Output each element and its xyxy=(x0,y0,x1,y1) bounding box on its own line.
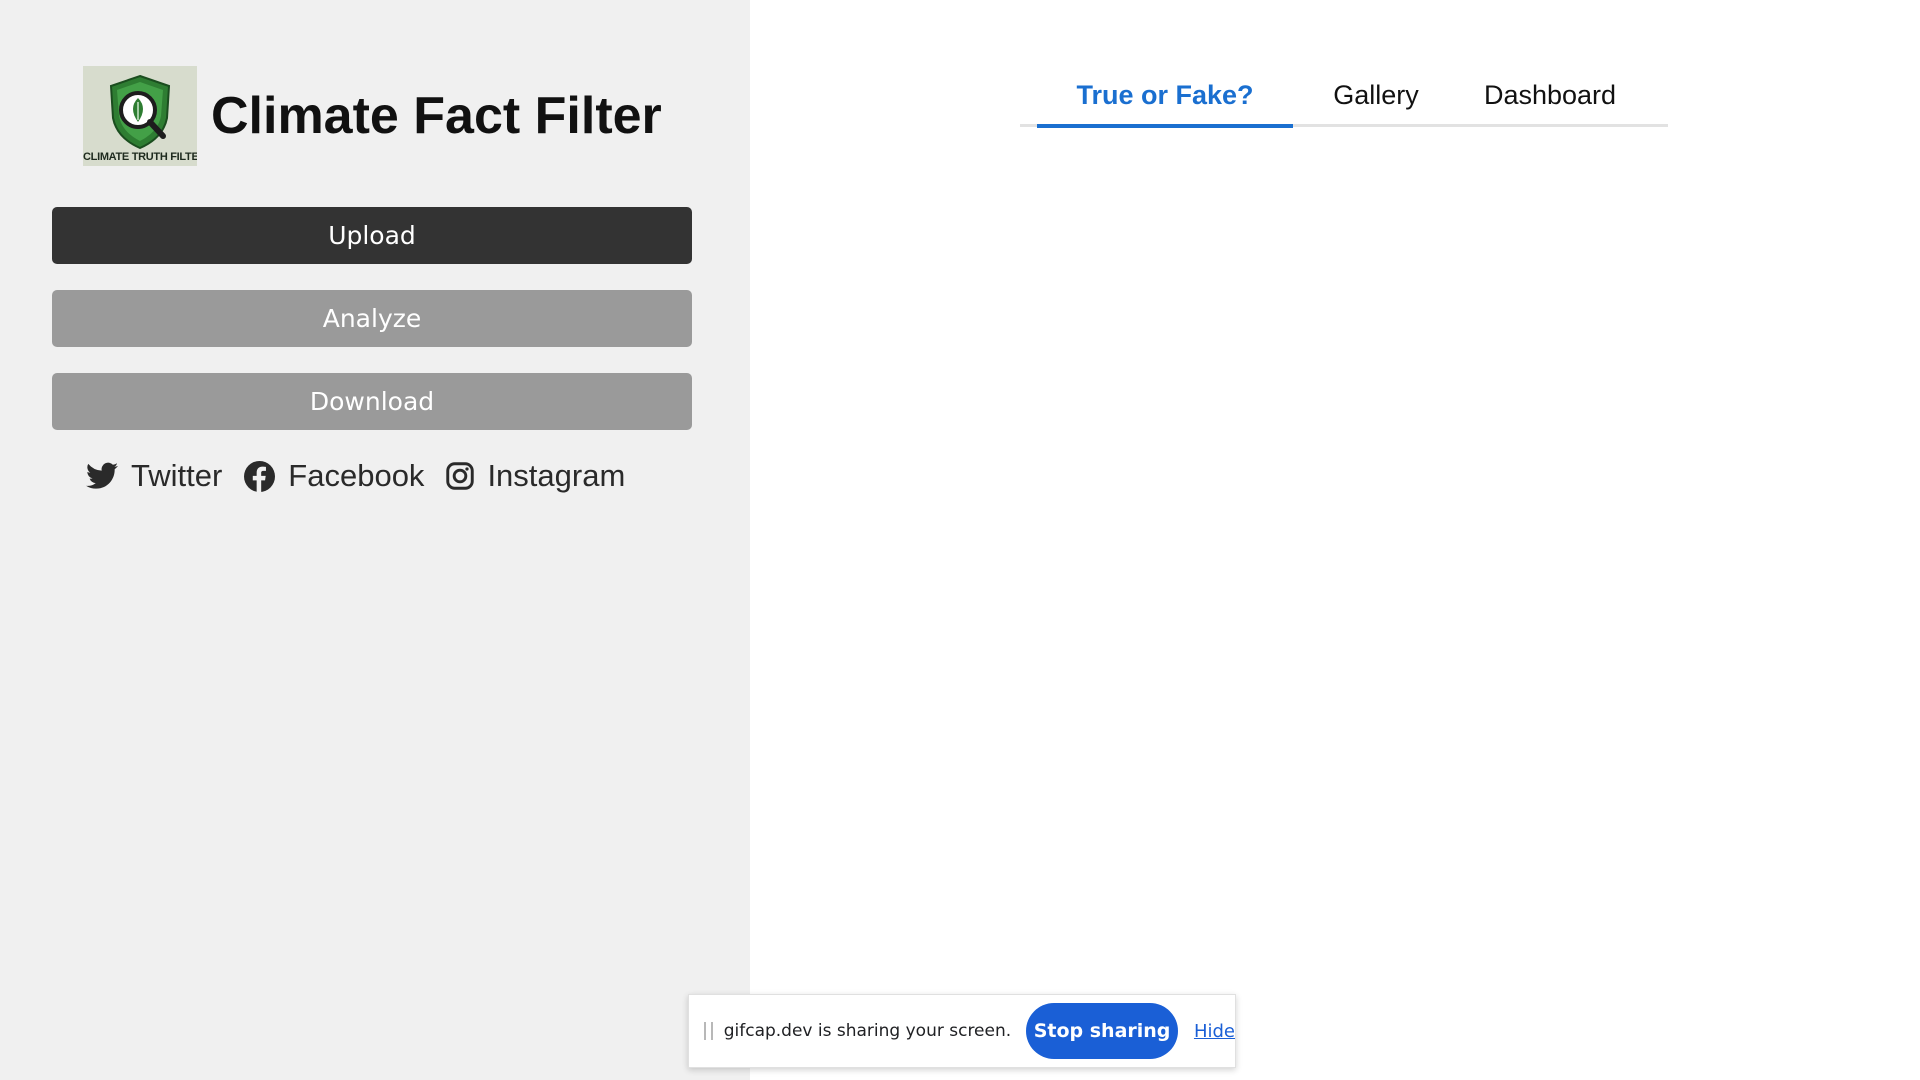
instagram-label: Instagram xyxy=(487,458,626,493)
facebook-link[interactable]: Facebook xyxy=(244,458,424,494)
upload-button[interactable]: Upload xyxy=(52,207,692,264)
sidebar: CLIMATE TRUTH FILTER Climate Fact Filter… xyxy=(0,0,750,1080)
analyze-button[interactable]: Analyze xyxy=(52,290,692,347)
instagram-link[interactable]: Instagram xyxy=(446,458,625,494)
twitter-link[interactable]: Twitter xyxy=(86,458,222,494)
drag-handle-icon[interactable] xyxy=(704,1022,713,1040)
instagram-icon xyxy=(446,462,475,490)
brand-header: CLIMATE TRUTH FILTER Climate Fact Filter xyxy=(83,66,662,166)
facebook-label: Facebook xyxy=(288,458,425,493)
app-title: Climate Fact Filter xyxy=(211,87,662,145)
app-logo: CLIMATE TRUTH FILTER xyxy=(83,66,197,166)
logo-text: CLIMATE TRUTH FILTER xyxy=(83,151,197,163)
social-links: Twitter Facebook Instagram xyxy=(86,458,625,494)
twitter-label: Twitter xyxy=(131,458,223,493)
download-button[interactable]: Download xyxy=(52,373,692,430)
tab-gallery[interactable]: Gallery xyxy=(1310,66,1442,124)
stop-sharing-button[interactable]: Stop sharing xyxy=(1026,1003,1178,1059)
share-message: gifcap.dev is sharing your screen. xyxy=(723,1021,1012,1041)
twitter-icon xyxy=(86,462,118,489)
screen-share-bar: gifcap.dev is sharing your screen. Stop … xyxy=(688,994,1236,1068)
hide-link[interactable]: Hide xyxy=(1194,1021,1235,1042)
tab-dashboard[interactable]: Dashboard xyxy=(1462,66,1638,124)
facebook-icon xyxy=(244,460,276,492)
tab-true-or-fake[interactable]: True or Fake? xyxy=(1037,66,1293,128)
main-tabs: True or Fake? Gallery Dashboard xyxy=(1020,66,1668,128)
